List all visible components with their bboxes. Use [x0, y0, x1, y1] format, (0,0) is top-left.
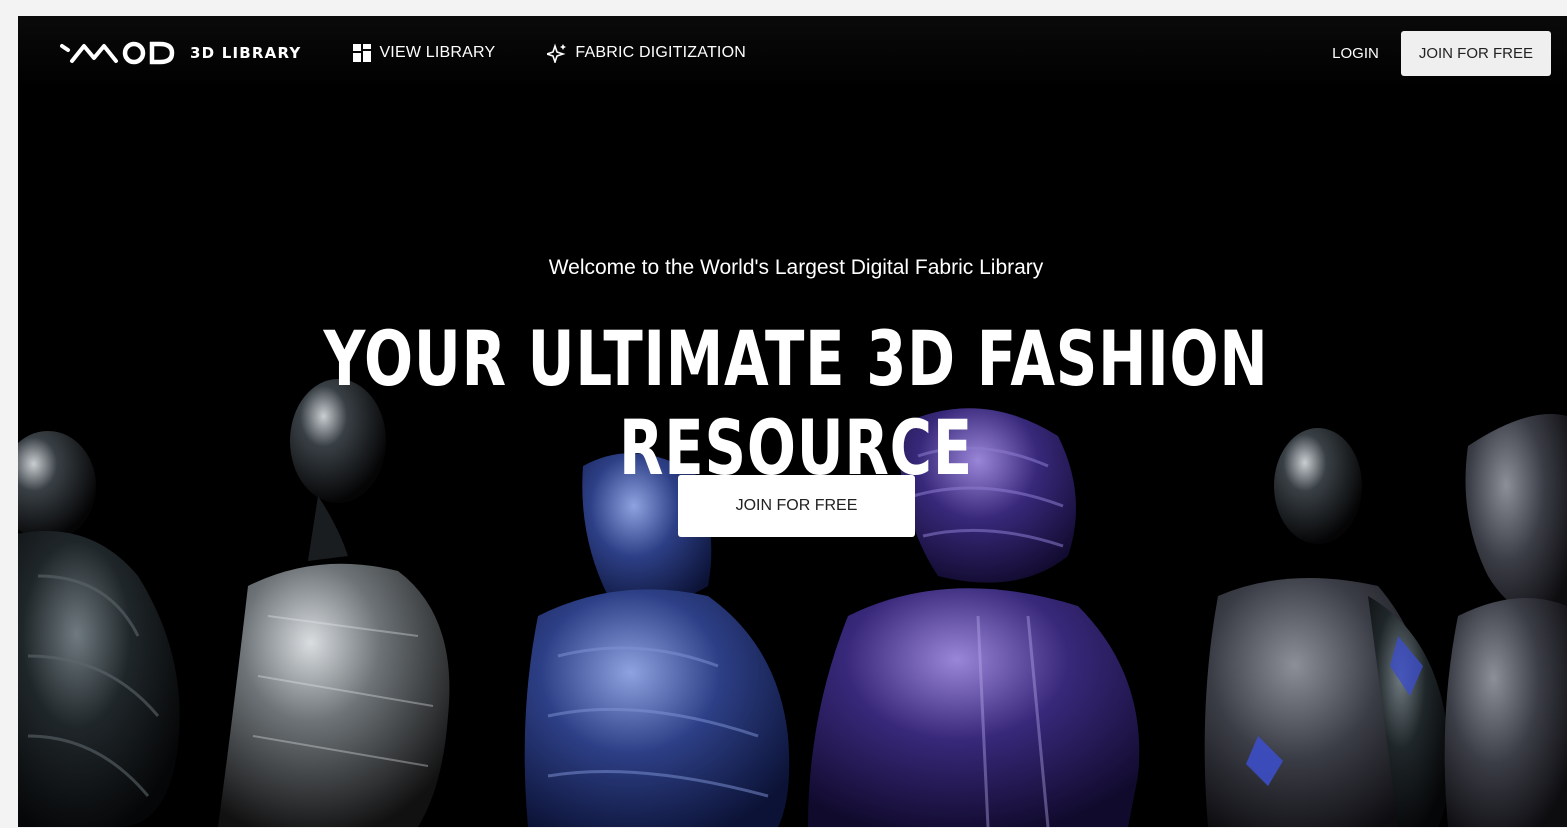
- login-link[interactable]: LOGIN: [1332, 45, 1379, 62]
- vmod-logo-icon: [60, 41, 175, 65]
- hero-headline: YOUR ULTIMATE 3D FASHION RESOURCE: [323, 314, 1269, 492]
- join-for-free-header-button[interactable]: JOIN FOR FREE: [1400, 30, 1551, 76]
- nav-actions: LOGIN JOIN FOR FREE: [1332, 30, 1551, 76]
- nav-view-library[interactable]: VIEW LIBRARY: [353, 44, 495, 62]
- brand-logo[interactable]: 3D LIBRARY: [60, 40, 301, 66]
- hero-subtitle: Welcome to the World's Largest Digital F…: [548, 256, 1044, 279]
- brand-name: 3D LIBRARY: [190, 44, 302, 62]
- nav-fabric-digitization-label: FABRIC DIGITIZATION: [575, 44, 746, 61]
- top-navbar: 3D LIBRARY VIEW LIBRARY FABRIC DIGITIZAT…: [18, 16, 1567, 90]
- join-for-free-hero-button[interactable]: JOIN FOR FREE: [678, 475, 915, 537]
- nav-view-library-label: VIEW LIBRARY: [379, 44, 496, 61]
- grid-icon: [353, 44, 372, 62]
- browser-viewport: 3D LIBRARY VIEW LIBRARY FABRIC DIGITIZAT…: [18, 16, 1567, 827]
- nav-fabric-digitization[interactable]: FABRIC DIGITIZATION: [547, 43, 746, 63]
- sparkle-icon: [547, 43, 567, 63]
